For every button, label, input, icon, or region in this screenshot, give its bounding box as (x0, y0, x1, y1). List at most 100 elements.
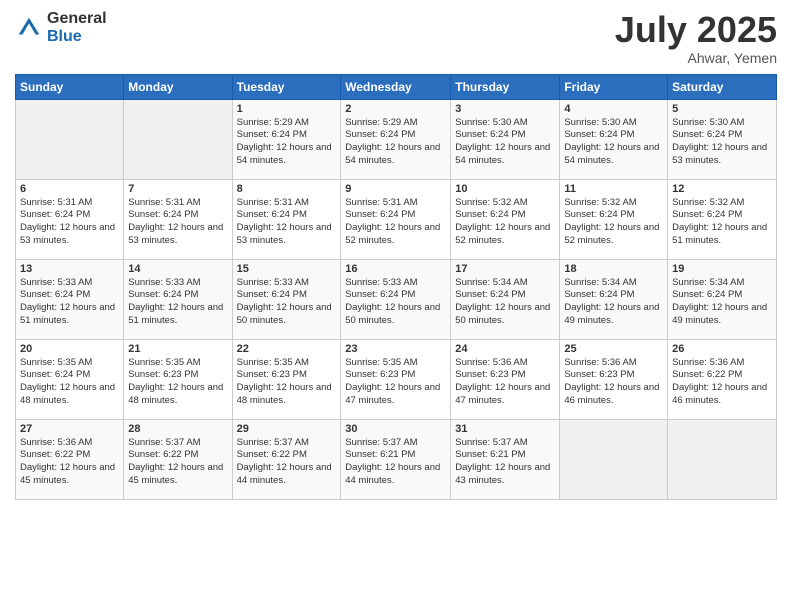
calendar-cell: 26 Sunrise: 5:36 AM Sunset: 6:22 PM Dayli… (668, 339, 777, 419)
calendar-cell: 30 Sunrise: 5:37 AM Sunset: 6:21 PM Dayli… (341, 419, 451, 499)
calendar-week-row-1: 6 Sunrise: 5:31 AM Sunset: 6:24 PM Daylig… (16, 179, 777, 259)
day-number: 10 (455, 183, 555, 195)
day-number: 8 (237, 183, 337, 195)
logo-blue: Blue (47, 28, 107, 46)
calendar-cell: 21 Sunrise: 5:35 AM Sunset: 6:23 PM Dayli… (124, 339, 232, 419)
calendar-cell (668, 419, 777, 499)
calendar-cell: 20 Sunrise: 5:35 AM Sunset: 6:24 PM Dayli… (16, 339, 124, 419)
day-info: Sunrise: 5:36 AM Sunset: 6:22 PM Dayligh… (672, 357, 772, 408)
calendar-cell: 13 Sunrise: 5:33 AM Sunset: 6:24 PM Dayli… (16, 259, 124, 339)
day-number: 16 (345, 263, 446, 275)
calendar-cell: 23Sunrise: 5:35 AM Sunset: 6:23 PM Dayli… (341, 339, 451, 419)
day-number: 19 (672, 263, 772, 275)
day-info: Sunrise: 5:35 AM Sunset: 6:24 PM Dayligh… (20, 357, 119, 408)
calendar-cell: 17Sunrise: 5:34 AM Sunset: 6:24 PM Dayli… (451, 259, 560, 339)
day-info: Sunrise: 5:29 AM Sunset: 6:24 PM Dayligh… (345, 117, 446, 168)
day-number: 12 (672, 183, 772, 195)
day-number: 25 (564, 343, 663, 355)
calendar-cell: 22 Sunrise: 5:35 AM Sunset: 6:23 PM Dayli… (232, 339, 341, 419)
location: Ahwar, Yemen (615, 50, 777, 66)
day-info: Sunrise: 5:35 AM Sunset: 6:23 PM Dayligh… (237, 357, 337, 408)
calendar-week-row-2: 13 Sunrise: 5:33 AM Sunset: 6:24 PM Dayli… (16, 259, 777, 339)
logo-general: General (47, 10, 107, 28)
calendar-cell: 25Sunrise: 5:36 AM Sunset: 6:23 PM Dayli… (560, 339, 668, 419)
day-info: Sunrise: 5:32 AM Sunset: 6:24 PM Dayligh… (455, 197, 555, 248)
header-monday: Monday (124, 74, 232, 99)
logo-text: General Blue (47, 10, 107, 45)
calendar-cell: 9Sunrise: 5:31 AM Sunset: 6:24 PM Daylig… (341, 179, 451, 259)
calendar-week-row-0: 1 Sunrise: 5:29 AM Sunset: 6:24 PM Daylig… (16, 99, 777, 179)
calendar-cell: 8Sunrise: 5:31 AM Sunset: 6:24 PM Daylig… (232, 179, 341, 259)
day-info: Sunrise: 5:31 AM Sunset: 6:24 PM Dayligh… (128, 197, 227, 248)
day-number: 28 (128, 423, 227, 435)
calendar-cell: 12 Sunrise: 5:32 AM Sunset: 6:24 PM Dayli… (668, 179, 777, 259)
calendar-week-row-4: 27Sunrise: 5:36 AM Sunset: 6:22 PM Dayli… (16, 419, 777, 499)
day-number: 4 (564, 103, 663, 115)
calendar-cell: 10 Sunrise: 5:32 AM Sunset: 6:24 PM Dayli… (451, 179, 560, 259)
header-saturday: Saturday (668, 74, 777, 99)
day-number: 17 (455, 263, 555, 275)
page: General Blue July 2025 Ahwar, Yemen Sund… (0, 0, 792, 612)
calendar-cell: 3 Sunrise: 5:30 AM Sunset: 6:24 PM Daylig… (451, 99, 560, 179)
calendar-header-row: Sunday Monday Tuesday Wednesday Thursday… (16, 74, 777, 99)
day-number: 21 (128, 343, 227, 355)
day-number: 31 (455, 423, 555, 435)
day-info: Sunrise: 5:33 AM Sunset: 6:24 PM Dayligh… (20, 277, 119, 328)
calendar-cell (124, 99, 232, 179)
header-sunday: Sunday (16, 74, 124, 99)
day-info: Sunrise: 5:29 AM Sunset: 6:24 PM Dayligh… (237, 117, 337, 168)
header: General Blue July 2025 Ahwar, Yemen (15, 10, 777, 66)
month-title: July 2025 (615, 10, 777, 50)
calendar-cell (16, 99, 124, 179)
day-info: Sunrise: 5:37 AM Sunset: 6:22 PM Dayligh… (128, 437, 227, 488)
day-number: 30 (345, 423, 446, 435)
day-info: Sunrise: 5:30 AM Sunset: 6:24 PM Dayligh… (672, 117, 772, 168)
day-number: 29 (237, 423, 337, 435)
header-tuesday: Tuesday (232, 74, 341, 99)
day-info: Sunrise: 5:33 AM Sunset: 6:24 PM Dayligh… (128, 277, 227, 328)
day-number: 24 (455, 343, 555, 355)
day-info: Sunrise: 5:37 AM Sunset: 6:21 PM Dayligh… (455, 437, 555, 488)
day-info: Sunrise: 5:34 AM Sunset: 6:24 PM Dayligh… (672, 277, 772, 328)
day-info: Sunrise: 5:34 AM Sunset: 6:24 PM Dayligh… (564, 277, 663, 328)
day-number: 7 (128, 183, 227, 195)
calendar-cell: 6Sunrise: 5:31 AM Sunset: 6:24 PM Daylig… (16, 179, 124, 259)
header-wednesday: Wednesday (341, 74, 451, 99)
calendar-cell: 4 Sunrise: 5:30 AM Sunset: 6:24 PM Daylig… (560, 99, 668, 179)
day-number: 5 (672, 103, 772, 115)
day-number: 20 (20, 343, 119, 355)
day-number: 18 (564, 263, 663, 275)
calendar-cell: 5 Sunrise: 5:30 AM Sunset: 6:24 PM Daylig… (668, 99, 777, 179)
day-number: 15 (237, 263, 337, 275)
calendar-week-row-3: 20 Sunrise: 5:35 AM Sunset: 6:24 PM Dayli… (16, 339, 777, 419)
calendar-cell: 19 Sunrise: 5:34 AM Sunset: 6:24 PM Dayli… (668, 259, 777, 339)
calendar-cell: 15 Sunrise: 5:33 AM Sunset: 6:24 PM Dayli… (232, 259, 341, 339)
day-info: Sunrise: 5:37 AM Sunset: 6:21 PM Dayligh… (345, 437, 446, 488)
calendar-cell: 18 Sunrise: 5:34 AM Sunset: 6:24 PM Dayli… (560, 259, 668, 339)
calendar-cell: 2 Sunrise: 5:29 AM Sunset: 6:24 PM Daylig… (341, 99, 451, 179)
day-info: Sunrise: 5:35 AM Sunset: 6:23 PM Dayligh… (128, 357, 227, 408)
day-info: Sunrise: 5:30 AM Sunset: 6:24 PM Dayligh… (455, 117, 555, 168)
day-info: Sunrise: 5:36 AM Sunset: 6:23 PM Dayligh… (455, 357, 555, 408)
day-info: Sunrise: 5:33 AM Sunset: 6:24 PM Dayligh… (237, 277, 337, 328)
day-number: 27 (20, 423, 119, 435)
day-number: 1 (237, 103, 337, 115)
calendar-cell: 14 Sunrise: 5:33 AM Sunset: 6:24 PM Dayli… (124, 259, 232, 339)
day-number: 6 (20, 183, 119, 195)
calendar-cell (560, 419, 668, 499)
calendar-cell: 7 Sunrise: 5:31 AM Sunset: 6:24 PM Daylig… (124, 179, 232, 259)
header-thursday: Thursday (451, 74, 560, 99)
title-block: July 2025 Ahwar, Yemen (615, 10, 777, 66)
day-number: 2 (345, 103, 446, 115)
day-info: Sunrise: 5:30 AM Sunset: 6:24 PM Dayligh… (564, 117, 663, 168)
day-number: 26 (672, 343, 772, 355)
day-number: 13 (20, 263, 119, 275)
day-number: 3 (455, 103, 555, 115)
calendar-cell: 31 Sunrise: 5:37 AM Sunset: 6:21 PM Dayli… (451, 419, 560, 499)
day-info: Sunrise: 5:35 AM Sunset: 6:23 PM Dayligh… (345, 357, 446, 408)
calendar-cell: 27Sunrise: 5:36 AM Sunset: 6:22 PM Dayli… (16, 419, 124, 499)
day-number: 22 (237, 343, 337, 355)
day-info: Sunrise: 5:37 AM Sunset: 6:22 PM Dayligh… (237, 437, 337, 488)
day-number: 14 (128, 263, 227, 275)
day-info: Sunrise: 5:32 AM Sunset: 6:24 PM Dayligh… (672, 197, 772, 248)
